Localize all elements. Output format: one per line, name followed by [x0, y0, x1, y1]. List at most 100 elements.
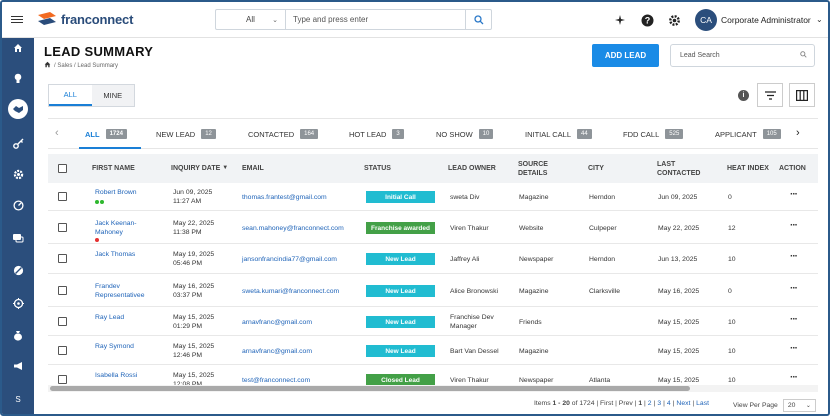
money-bag-icon[interactable]: [2, 325, 34, 345]
pager-page-4[interactable]: 4: [667, 400, 671, 407]
lead-name-link[interactable]: Frandev Representativee: [95, 282, 155, 300]
email-link[interactable]: arnavfranc@gmail.com: [242, 318, 312, 327]
table-row[interactable]: Ray Lead May 15, 2025 01:29 PM arnavfranc@g…: [48, 307, 818, 336]
email-link[interactable]: thomas.frantest@gmail.com: [242, 193, 327, 202]
row-checkbox[interactable]: [58, 223, 67, 232]
more-actions-icon[interactable]: ···: [790, 251, 798, 262]
col-heat-index[interactable]: HEAT INDEX: [727, 154, 769, 183]
add-lead-button[interactable]: ADD LEAD: [592, 44, 659, 67]
bulb-icon[interactable]: [2, 68, 34, 88]
pager-page-2[interactable]: 2: [648, 400, 652, 407]
row-checkbox[interactable]: [58, 346, 67, 355]
chat-icon[interactable]: [2, 228, 34, 248]
more-actions-icon[interactable]: ···: [790, 220, 798, 231]
breadcrumb-path[interactable]: / Sales / Lead Summary: [54, 63, 118, 69]
status-tab-hot-lead[interactable]: HOT LEAD 3: [349, 127, 404, 141]
horizontal-scrollbar[interactable]: [48, 385, 818, 392]
logo-text: franconnect: [61, 12, 134, 27]
lead-search-input[interactable]: Lead Search: [670, 44, 815, 67]
lead-name-link[interactable]: Robert Brown: [95, 188, 155, 197]
col-city[interactable]: CITY: [588, 154, 604, 183]
lead-name-link[interactable]: Jack Thomas: [95, 250, 155, 259]
status-tab-initial-call[interactable]: INITIAL CALL 44: [525, 127, 592, 141]
search-scope-select[interactable]: All ⌄: [216, 10, 286, 29]
col-last-contacted[interactable]: LAST CONTACTED: [657, 154, 717, 183]
email-link[interactable]: arnavfranc@gmail.com: [242, 347, 312, 356]
col-lead-owner[interactable]: LEAD OWNER: [448, 154, 496, 183]
tab-mine[interactable]: MINE: [91, 85, 134, 106]
sidebar-item-s[interactable]: S: [2, 389, 34, 409]
more-actions-icon[interactable]: ···: [790, 314, 798, 325]
status-tab-new-lead[interactable]: NEW LEAD 12: [156, 127, 216, 141]
chevron-right-icon[interactable]: ›: [796, 127, 800, 139]
table-row[interactable]: Robert Brown Jun 09, 2025 11:27 AM thomas.f…: [48, 183, 818, 211]
col-source-details[interactable]: SOURCE DETAILS: [518, 154, 568, 183]
columns-button[interactable]: [789, 83, 815, 107]
col-action[interactable]: ACTION: [779, 154, 806, 183]
pager-page-3[interactable]: 3: [657, 400, 661, 407]
megaphone-icon[interactable]: [2, 356, 34, 376]
filter-button[interactable]: [757, 83, 783, 107]
global-search-input[interactable]: Type and press enter: [286, 15, 465, 24]
menu-icon[interactable]: [2, 2, 32, 38]
email-link[interactable]: sean.mahoney@franconnect.com: [242, 224, 344, 233]
per-page-select[interactable]: 20 ⌄: [782, 399, 816, 412]
table-row[interactable]: Jack Keenan-Mahoney May 22, 2025 11:38 PM s…: [48, 211, 818, 244]
more-actions-icon[interactable]: ···: [790, 283, 798, 294]
email-link[interactable]: sweta.kumari@franconnect.com: [242, 287, 339, 296]
table-row[interactable]: Frandev Representativee May 16, 2025 03:37…: [48, 274, 818, 307]
gear-icon[interactable]: [2, 164, 34, 184]
lead-name-link[interactable]: Ray Lead: [95, 313, 155, 322]
lead-name-link[interactable]: Ray Symond: [95, 342, 155, 351]
row-checkbox[interactable]: [58, 192, 67, 201]
status-tab-no-show[interactable]: NO SHOW 10: [436, 127, 494, 141]
chevron-down-icon[interactable]: ⌄: [816, 15, 823, 24]
status-tab-contacted[interactable]: CONTACTED 164: [248, 127, 319, 141]
handshake-icon[interactable]: [2, 99, 34, 119]
help-icon[interactable]: ?: [639, 12, 655, 28]
pager-next[interactable]: Next: [676, 400, 690, 407]
more-actions-icon[interactable]: ···: [790, 343, 798, 354]
status-tab-fdd-call[interactable]: FDD CALL 525: [623, 127, 684, 141]
pager-range: 1 - 20: [552, 400, 570, 407]
chevron-left-icon[interactable]: ‹: [55, 127, 59, 139]
pager-prev[interactable]: Prev: [619, 400, 633, 407]
tag-icon[interactable]: [2, 260, 34, 280]
more-actions-icon[interactable]: ···: [790, 189, 798, 200]
col-email[interactable]: EMAIL: [242, 154, 264, 183]
row-checkbox[interactable]: [58, 254, 67, 263]
pager-first[interactable]: First: [600, 400, 613, 407]
table-row[interactable]: Ray Symond May 15, 2025 12:46 PM arnavfranc…: [48, 336, 818, 365]
row-checkbox[interactable]: [58, 375, 67, 384]
row-checkbox[interactable]: [58, 317, 67, 326]
status-tab-applicant[interactable]: APPLICANT 105: [715, 127, 781, 141]
scrollbar-thumb[interactable]: [50, 386, 690, 391]
user-name[interactable]: Corporate Administrator: [721, 15, 811, 25]
col-status[interactable]: STATUS: [364, 154, 391, 183]
lead-name-link[interactable]: Isabella Rossi: [95, 371, 155, 380]
logo[interactable]: franconnect: [36, 11, 133, 29]
more-actions-icon[interactable]: ···: [790, 372, 798, 383]
settings-gear-icon[interactable]: [666, 12, 682, 28]
col-inquiry-date[interactable]: INQUIRY DATE ▼: [171, 154, 228, 183]
tab-all[interactable]: ALL: [49, 85, 92, 106]
avatar[interactable]: CA: [695, 9, 717, 31]
lead-name-link[interactable]: Jack Keenan-Mahoney: [95, 219, 155, 237]
pager-page-1[interactable]: 1: [638, 400, 642, 407]
home-icon[interactable]: [44, 61, 51, 70]
info-icon[interactable]: i: [738, 90, 749, 101]
search-button[interactable]: [465, 10, 491, 29]
target-icon[interactable]: [2, 293, 34, 313]
email-link[interactable]: jansonfrancindia77@gmail.com: [242, 255, 337, 264]
home-icon[interactable]: [2, 38, 34, 58]
key-icon[interactable]: [2, 133, 34, 153]
row-checkbox[interactable]: [58, 286, 67, 295]
select-all-checkbox[interactable]: [58, 164, 67, 173]
pager-last[interactable]: Last: [696, 400, 709, 407]
table-row[interactable]: Jack Thomas May 19, 2025 05:46 PM jansonfra…: [48, 244, 818, 274]
email-link[interactable]: test@franconnect.com: [242, 376, 310, 385]
sparkle-icon[interactable]: [612, 12, 628, 28]
col-first-name[interactable]: FIRST NAME: [92, 154, 135, 183]
status-tab-all[interactable]: ALL 1724: [85, 127, 127, 141]
speedometer-icon[interactable]: [2, 195, 34, 215]
